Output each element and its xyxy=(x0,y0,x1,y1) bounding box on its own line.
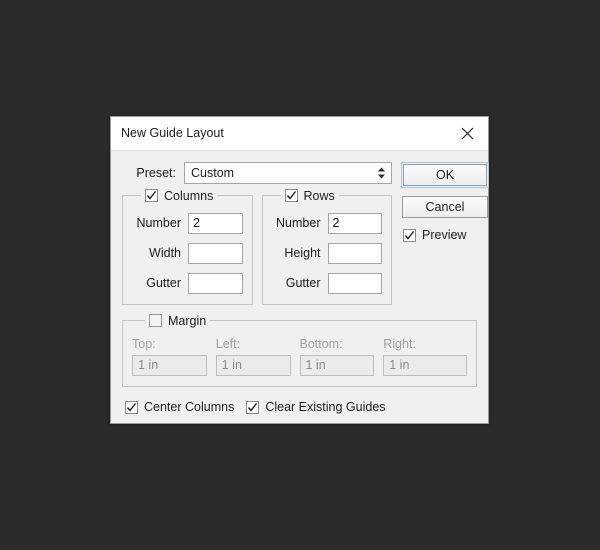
columns-width-input[interactable] xyxy=(188,242,243,264)
columns-checkbox[interactable] xyxy=(145,189,158,202)
columns-legend: Columns xyxy=(141,188,218,203)
dialog-titlebar: New Guide Layout xyxy=(111,117,488,151)
ok-button[interactable]: OK xyxy=(403,164,487,186)
margin-bottom-cell: Bottom: xyxy=(300,337,384,355)
cancel-button[interactable]: Cancel xyxy=(402,196,488,218)
margin-labels-row: Top: Left: Bottom: Right: xyxy=(132,337,467,355)
dialog-title: New Guide Layout xyxy=(121,126,224,141)
new-guide-layout-dialog: New Guide Layout Preset: Custom Columns … xyxy=(110,116,489,424)
margin-top-input[interactable]: 1 in xyxy=(132,355,207,376)
margin-top-label: Top: xyxy=(132,337,156,351)
columns-legend-label: Columns xyxy=(164,188,214,203)
margin-right-input-cell: 1 in xyxy=(383,355,467,376)
preview-label: Preview xyxy=(422,228,467,242)
rows-gutter-row: Gutter xyxy=(272,272,382,294)
dialog-body: Preset: Custom Columns Number 2 Width Gu… xyxy=(111,151,489,423)
rows-legend: Rows xyxy=(280,188,339,203)
margin-bottom-input[interactable]: 1 in xyxy=(299,355,375,376)
preset-select[interactable]: Custom xyxy=(184,162,392,184)
columns-gutter-label: Gutter xyxy=(146,276,181,290)
rows-gutter-label: Gutter xyxy=(285,276,321,290)
rows-height-input[interactable] xyxy=(327,242,382,264)
columns-number-label: Number xyxy=(136,216,181,230)
rows-number-label: Number xyxy=(276,216,321,230)
clear-existing-guides-label: Clear Existing Guides xyxy=(265,400,386,414)
rows-number-row: Number 2 xyxy=(272,212,382,234)
margin-left-cell: Left: xyxy=(216,337,300,355)
margin-top-input-cell: 1 in xyxy=(132,355,216,376)
bottom-options-row: Center Columns Clear Existing Guides xyxy=(122,400,477,414)
columns-number-row: Number 2 xyxy=(132,212,243,234)
preset-label: Preset: xyxy=(136,166,176,180)
margin-top-cell: Top: xyxy=(132,337,216,355)
rows-height-row: Height xyxy=(272,242,382,264)
margin-legend: Margin xyxy=(145,313,211,328)
preview-checkbox[interactable] xyxy=(403,228,416,242)
dialog-left-column: Preset: Custom Columns Number 2 Width Gu… xyxy=(122,161,392,305)
rows-group: Rows Number 2 Height Gutter xyxy=(261,188,392,305)
rows-gutter-input[interactable] xyxy=(327,272,382,294)
close-icon[interactable] xyxy=(454,121,480,147)
rows-number-input[interactable]: 2 xyxy=(327,212,382,234)
columns-group: Columns Number 2 Width Gutter xyxy=(122,188,253,305)
dialog-action-buttons: OK Cancel Preview xyxy=(401,161,489,242)
margin-group: Margin Top: Left: Bottom: Right: 1 in 1 … xyxy=(122,313,477,387)
center-columns-label: Center Columns xyxy=(144,400,235,414)
clear-existing-guides-checkbox[interactable] xyxy=(246,400,260,414)
margin-left-input-cell: 1 in xyxy=(215,355,300,376)
margin-left-input[interactable]: 1 in xyxy=(215,355,291,376)
columns-width-label: Width xyxy=(149,246,181,260)
columns-gutter-row: Gutter xyxy=(132,272,243,294)
rows-checkbox[interactable] xyxy=(284,189,298,202)
preset-value: Custom xyxy=(191,166,235,180)
margin-legend-label: Margin xyxy=(168,313,207,328)
margin-bottom-input-cell: 1 in xyxy=(299,355,384,376)
columns-width-row: Width xyxy=(132,242,243,264)
margin-bottom-label: Bottom: xyxy=(299,337,343,351)
preset-row: Preset: Custom xyxy=(122,161,392,185)
center-columns-checkbox[interactable] xyxy=(125,400,138,414)
margin-inputs-row: 1 in 1 in 1 in 1 in xyxy=(132,355,467,376)
margin-right-label: Right: xyxy=(383,337,416,351)
rows-height-label: Height xyxy=(284,246,321,260)
rows-legend-label: Rows xyxy=(303,188,335,203)
margin-right-input[interactable]: 1 in xyxy=(383,355,467,376)
preset-and-actions-row: Preset: Custom Columns Number 2 Width Gu… xyxy=(122,161,489,305)
ok-button-focus-ring: OK xyxy=(401,162,489,188)
columns-number-input[interactable]: 2 xyxy=(188,212,243,234)
margin-right-cell: Right: xyxy=(383,337,467,355)
margin-checkbox[interactable] xyxy=(149,314,162,327)
clear-existing-guides-option[interactable]: Clear Existing Guides xyxy=(246,400,386,414)
margin-left-label: Left: xyxy=(215,337,241,351)
columns-gutter-input[interactable] xyxy=(188,272,243,294)
preview-row[interactable]: Preview xyxy=(401,228,489,242)
center-columns-option[interactable]: Center Columns xyxy=(125,400,234,414)
spinner-updown-icon xyxy=(377,167,386,180)
cancel-button-wrap: Cancel xyxy=(401,195,489,219)
columns-rows-groups: Columns Number 2 Width Gutter Rows Numbe… xyxy=(122,188,392,305)
